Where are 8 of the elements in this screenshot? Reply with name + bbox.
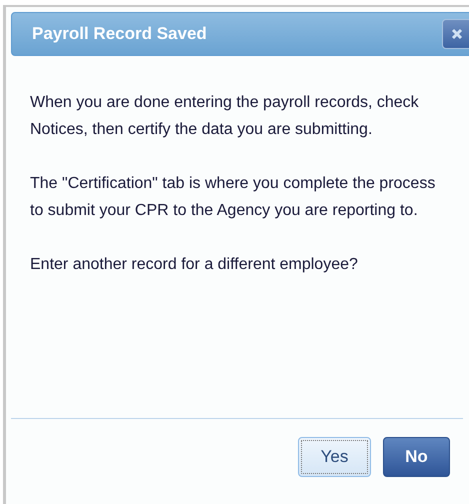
- dialog-title: Payroll Record Saved: [32, 23, 207, 46]
- dialog-button[interactable]: Yes: [298, 437, 371, 477]
- dialog-message: Enter another record for a different employee?: [30, 255, 359, 275]
- close-button[interactable]: [442, 19, 469, 49]
- dialog-message: The "Certification" tab is where you complete the process to submit your CPR to the Agency you are reporting to.: [30, 174, 436, 221]
- close-icon: [451, 28, 463, 40]
- dialog-button[interactable]: No: [383, 437, 450, 477]
- dialog-message: When you are done entering the payroll records, check Notices, then certify the data you are submitting.: [30, 93, 420, 140]
